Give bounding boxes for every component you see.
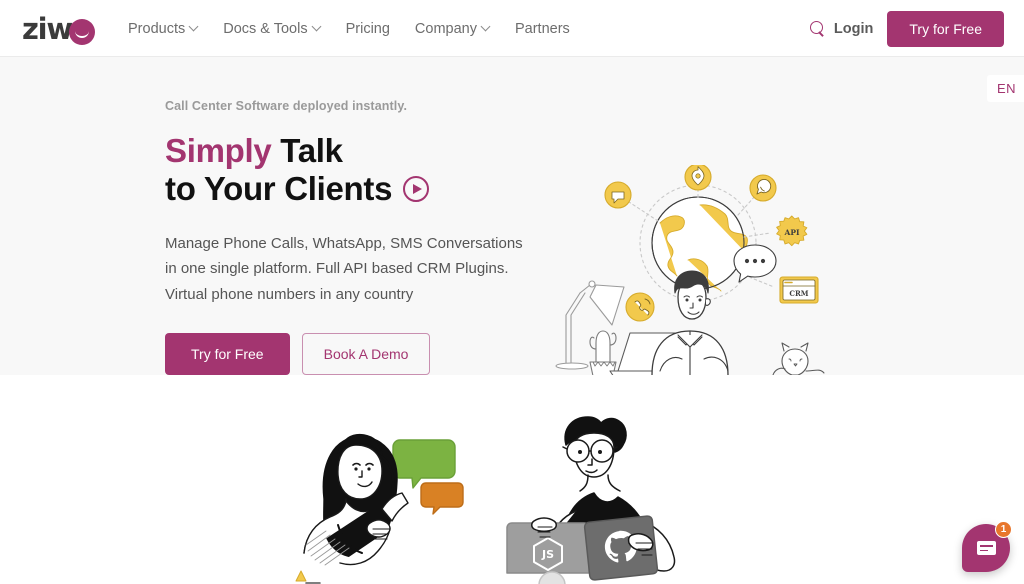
hero-description: Manage Phone Calls, WhatsApp, SMS Conver… — [165, 231, 565, 308]
nav-item-pricing[interactable]: Pricing — [346, 21, 390, 37]
message-icon — [976, 541, 996, 555]
nav-item-docs-tools[interactable]: Docs & Tools — [223, 21, 320, 37]
hero-cta-group: Try for Free Book A Demo — [165, 332, 565, 375]
nav-label: Pricing — [345, 20, 390, 37]
hero-title-rest — [271, 132, 280, 169]
hero-book-a-demo-button[interactable]: Book A Demo — [301, 332, 431, 375]
language-selector[interactable]: EN — [986, 75, 1024, 102]
page-title: Simply Talk to Your Clients — [165, 132, 565, 209]
hero-copy: Call Center Software deployed instantly.… — [165, 99, 565, 375]
header-try-for-free-button[interactable]: Try for Free — [887, 10, 1004, 47]
search-icon[interactable] — [809, 21, 825, 36]
nav-item-company[interactable]: Company — [415, 21, 490, 37]
chat-widget[interactable]: 1 — [962, 521, 1012, 572]
agent-at-desk-illustration: API CRM — [547, 163, 849, 385]
developer-with-devices-illustration: JS — [492, 403, 742, 584]
chevron-down-icon — [482, 23, 490, 31]
nav-label: Company — [414, 20, 477, 37]
hero-title-line1: Simply Talk — [165, 132, 565, 170]
svg-text:API: API — [784, 228, 800, 237]
hero-eyebrow: Call Center Software deployed instantly. — [165, 99, 408, 113]
nav-item-partners[interactable]: Partners — [515, 21, 570, 37]
play-circle-icon[interactable] — [403, 176, 430, 203]
hero-title-line2: to Your Clients — [165, 170, 393, 208]
main-navigation: Products Docs & Tools Pricing Company Pa… — [128, 0, 570, 57]
hero-section: EN Call Center Software deployed instant… — [0, 57, 1024, 378]
hero-title-rest-word: Talk — [280, 132, 343, 169]
svg-text:CRM: CRM — [789, 289, 808, 298]
smiley-circle-icon — [69, 19, 96, 45]
header-actions: Login Try for Free — [809, 0, 1004, 57]
nav-label: Docs & Tools — [223, 20, 308, 37]
hero-title-line2-wrap: to Your Clients — [165, 170, 565, 208]
logo-wordmark: ziw — [22, 11, 73, 46]
nav-label: Products — [128, 20, 186, 37]
woman-with-phone-illustration — [278, 413, 488, 584]
svg-text:JS: JS — [541, 548, 554, 561]
chevron-down-icon — [190, 23, 198, 31]
site-header: ziw Products Docs & Tools Pricing Compan… — [0, 0, 1024, 57]
chat-unread-badge: 1 — [995, 521, 1012, 538]
hero-desc-line-2: in one single platform. Full API based C… — [165, 260, 509, 278]
nav-item-products[interactable]: Products — [128, 21, 198, 37]
hero-desc-line-1: Manage Phone Calls, WhatsApp, SMS Conver… — [165, 234, 523, 252]
login-link[interactable]: Login — [809, 20, 874, 37]
brand-logo[interactable]: ziw — [22, 11, 96, 46]
nav-label: Partners — [514, 20, 570, 37]
features-section: JS — [0, 375, 1024, 584]
chevron-down-icon — [313, 23, 321, 31]
hero-try-for-free-button[interactable]: Try for Free — [165, 332, 290, 375]
login-label: Login — [833, 20, 874, 37]
hero-desc-line-3: Virtual phone numbers in any country — [165, 286, 414, 304]
landing-page: ziw Products Docs & Tools Pricing Compan… — [0, 0, 1024, 584]
hero-title-accent: Simply — [165, 132, 272, 169]
